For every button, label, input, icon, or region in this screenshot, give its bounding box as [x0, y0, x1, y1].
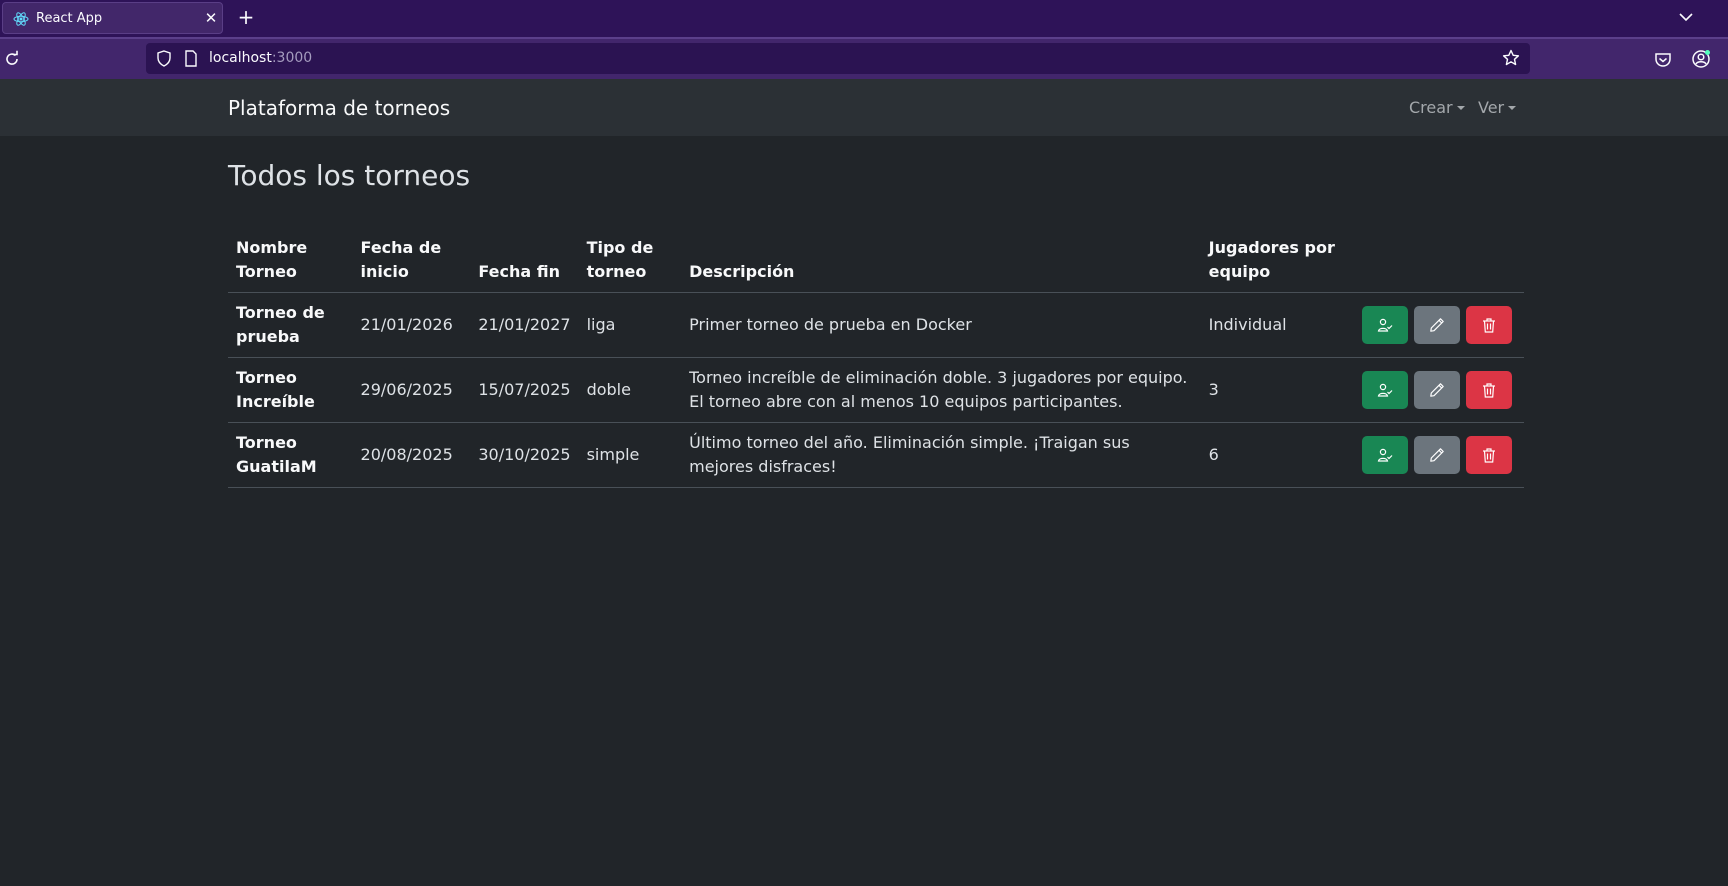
header-end: Fecha fin — [470, 236, 579, 293]
cell-end: 21/01/2027 — [470, 292, 579, 358]
person-check-icon — [1377, 448, 1393, 462]
trash-icon — [1483, 318, 1495, 333]
cell-actions — [1348, 357, 1524, 423]
browser-toolbar: localhost:3000 — [0, 37, 1728, 79]
header-description: Descripción — [681, 236, 1201, 293]
header-actions — [1348, 236, 1524, 293]
cell-players: 3 — [1200, 357, 1348, 423]
nav-ver-label: Ver — [1478, 98, 1505, 117]
register-button[interactable] — [1362, 371, 1408, 409]
bookmark-star-icon[interactable] — [1502, 49, 1520, 67]
nav-dropdown-ver[interactable]: Ver — [1478, 98, 1517, 117]
pencil-icon — [1430, 448, 1444, 462]
delete-button[interactable] — [1466, 306, 1512, 344]
cell-description: Último torneo del año. Eliminación simpl… — [681, 422, 1201, 488]
header-players: Jugadores por equipo — [1200, 236, 1348, 293]
header-type: Tipo de torneo — [578, 236, 682, 293]
person-check-icon — [1377, 318, 1393, 332]
cell-description: Primer torneo de prueba en Docker — [681, 292, 1201, 358]
cell-players: 6 — [1200, 422, 1348, 488]
cell-players: Individual — [1200, 292, 1348, 358]
page-title: Todos los torneos — [228, 159, 471, 192]
cell-type: liga — [578, 292, 682, 358]
pencil-icon — [1430, 318, 1444, 332]
table-header-row: Nombre Torneo Fecha de inicio Fecha fin … — [228, 236, 1524, 293]
pocket-icon[interactable] — [1654, 51, 1672, 69]
cell-name: Torneo Increíble — [228, 357, 353, 423]
header-start: Fecha de inicio — [352, 236, 471, 293]
react-logo-icon — [13, 12, 29, 26]
table-row: Torneo Increíble 29/06/2025 15/07/2025 d… — [228, 357, 1524, 423]
close-tab-icon[interactable]: ✕ — [202, 8, 220, 28]
cell-start: 29/06/2025 — [352, 357, 471, 423]
table-row: Torneo GuatilaM 20/08/2025 30/10/2025 si… — [228, 422, 1524, 488]
cell-end: 15/07/2025 — [470, 357, 579, 423]
url-text[interactable]: localhost:3000 — [209, 50, 312, 66]
cell-type: simple — [578, 422, 682, 488]
tournaments-table: Nombre Torneo Fecha de inicio Fecha fin … — [228, 236, 1524, 488]
cell-name: Torneo de prueba — [228, 292, 353, 358]
cell-actions — [1348, 422, 1524, 488]
chevron-down-icon[interactable] — [1676, 8, 1696, 26]
trash-icon — [1483, 448, 1495, 463]
cell-start: 20/08/2025 — [352, 422, 471, 488]
delete-button[interactable] — [1466, 371, 1512, 409]
shield-icon[interactable] — [156, 50, 172, 67]
edit-button[interactable] — [1414, 371, 1460, 409]
url-bar[interactable]: localhost:3000 — [146, 43, 1530, 74]
register-button[interactable] — [1362, 436, 1408, 474]
app-navbar: Plataforma de torneos Crear Ver — [0, 79, 1728, 136]
browser-tab[interactable]: React App ✕ — [2, 2, 223, 34]
caret-down-icon — [1508, 106, 1517, 110]
edit-button[interactable] — [1414, 306, 1460, 344]
cell-start: 21/01/2026 — [352, 292, 471, 358]
trash-icon — [1483, 383, 1495, 398]
nav-dropdown-crear[interactable]: Crear — [1409, 98, 1465, 117]
cell-end: 30/10/2025 — [470, 422, 579, 488]
nav-crear-label: Crear — [1409, 98, 1453, 117]
cell-type: doble — [578, 357, 682, 423]
cell-name: Torneo GuatilaM — [228, 422, 353, 488]
edit-button[interactable] — [1414, 436, 1460, 474]
caret-down-icon — [1456, 106, 1465, 110]
person-check-icon — [1377, 383, 1393, 397]
browser-tab-bar: React App ✕ + — [0, 0, 1728, 37]
new-tab-button[interactable]: + — [235, 5, 257, 29]
account-icon[interactable] — [1691, 49, 1711, 69]
page-icon — [185, 50, 197, 67]
pencil-icon — [1430, 383, 1444, 397]
header-name: Nombre Torneo — [228, 236, 353, 293]
reload-icon[interactable] — [3, 50, 21, 68]
cell-description: Torneo increíble de eliminación doble. 3… — [681, 357, 1201, 423]
tab-title: React App — [36, 11, 103, 26]
cell-actions — [1348, 292, 1524, 358]
delete-button[interactable] — [1466, 436, 1512, 474]
navbar-brand[interactable]: Plataforma de torneos — [228, 96, 450, 120]
register-button[interactable] — [1362, 306, 1408, 344]
table-row: Torneo de prueba 21/01/2026 21/01/2027 l… — [228, 292, 1524, 358]
